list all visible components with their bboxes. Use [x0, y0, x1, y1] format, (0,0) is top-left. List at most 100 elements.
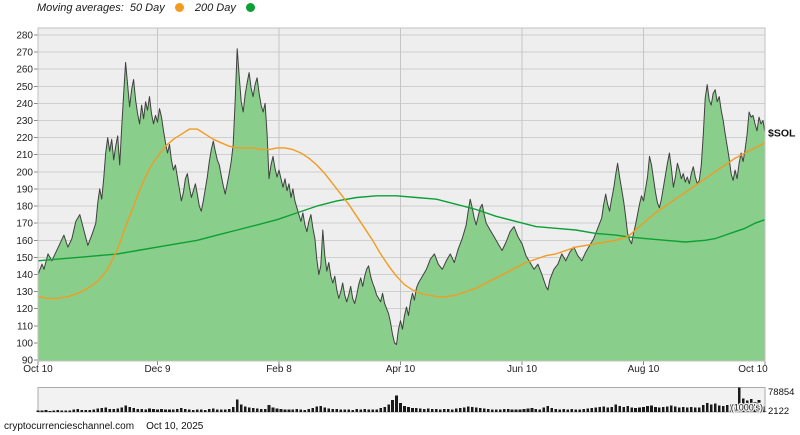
y-tick-label: 240	[16, 99, 33, 110]
volume-bar	[136, 408, 139, 412]
volume-bar	[283, 409, 287, 412]
volume-bar	[219, 409, 223, 412]
volume-bar	[231, 406, 235, 412]
volume-bar	[367, 409, 370, 412]
volume-bar	[164, 409, 167, 412]
volume-bar	[168, 409, 171, 412]
volume-bar	[40, 410, 44, 412]
volume-bar	[701, 405, 705, 412]
volume-bar	[247, 407, 251, 412]
volume-bar	[721, 405, 725, 412]
volume-bar	[534, 409, 538, 412]
volume-bar	[176, 408, 179, 412]
y-tick-label: 210	[16, 150, 33, 161]
y-tick-label: 150	[16, 253, 33, 264]
volume-bar	[152, 409, 155, 412]
y-axis-labels: 280 270 260 250 240 230 220 210 200 190 180 170 160 1…	[16, 31, 33, 367]
volume-bar	[466, 406, 470, 412]
volume-bar	[602, 406, 605, 412]
volume-bar	[44, 410, 48, 412]
symbol-label: $SOL	[768, 128, 796, 140]
volume-bar	[104, 407, 108, 412]
volume-bar	[387, 404, 390, 412]
volume-last-label: 2122	[768, 406, 789, 417]
volume-bar	[510, 409, 514, 412]
volume-bar	[351, 409, 355, 412]
volume-bar	[594, 407, 597, 412]
volume-bar	[100, 408, 104, 412]
y-tick-label: 100	[16, 338, 33, 349]
volume-bar	[713, 403, 717, 412]
volume-bar	[303, 409, 307, 412]
volume-bar	[207, 409, 211, 412]
volume-bar	[48, 410, 52, 412]
volume-bar	[546, 406, 550, 412]
volume-bar	[279, 409, 283, 412]
volume-bar	[76, 409, 80, 412]
volume-bar	[375, 409, 378, 412]
x-tick-label: Dec 9	[144, 364, 171, 375]
volume-bar	[494, 409, 498, 412]
legend-title: Moving averages:	[37, 2, 124, 14]
volume-bar	[335, 408, 339, 412]
volume-bar	[590, 408, 594, 412]
volume-bar	[618, 405, 621, 412]
volume-bar	[411, 407, 414, 412]
volume-bar	[522, 409, 526, 412]
y-tick-label: 200	[16, 167, 33, 178]
volume-bar	[80, 409, 84, 412]
volume-bar	[705, 403, 709, 412]
volume-bar	[431, 408, 434, 412]
volume-bar	[331, 409, 335, 412]
volume-bar	[403, 405, 406, 412]
volume-bar	[363, 408, 366, 412]
volume-bar	[295, 409, 299, 412]
volume-bar	[200, 409, 203, 412]
volume-bar	[243, 406, 247, 412]
volume-bar	[646, 406, 649, 412]
volume-bar	[419, 408, 422, 412]
volume-bar	[172, 409, 175, 412]
volume-bar	[415, 408, 418, 412]
volume-max-label: 78854	[768, 387, 794, 398]
volume-bar	[717, 405, 721, 412]
volume-bar	[670, 405, 673, 412]
y-tick-label: 220	[16, 133, 33, 144]
volume-bar	[359, 409, 362, 412]
x-tick-label: Aug 10	[628, 364, 660, 375]
volume-bar	[263, 408, 267, 412]
volume-bar	[223, 409, 227, 412]
volume-bar	[148, 408, 151, 412]
volume-bar	[514, 409, 518, 412]
x-axis-labels: Oct 10 Dec 9 Feb 8 Apr 10 Jun 10 Aug 10 Oct 10	[23, 364, 768, 375]
volume-bar	[470, 406, 474, 412]
volume-bar	[291, 409, 295, 412]
volume-bar	[88, 410, 92, 412]
volume-bar	[323, 407, 327, 412]
volume-bar	[407, 407, 410, 412]
y-tick-label: 130	[16, 287, 33, 298]
volume-bar	[92, 409, 96, 412]
volume-bar	[454, 408, 458, 412]
volume-bar	[474, 407, 478, 412]
volume-bar	[682, 406, 685, 412]
volume-bar	[355, 409, 358, 412]
y-tick-label: 230	[16, 116, 33, 127]
volume-bar	[610, 406, 613, 412]
x-tick-label: Oct 10	[23, 364, 53, 375]
volume-bar	[56, 409, 60, 412]
volume-bar	[52, 410, 56, 412]
volume-bar	[482, 408, 486, 412]
volume-bar	[184, 409, 187, 412]
volume-bar	[239, 404, 243, 412]
chart-footer: cryptocurrencieschannel.com Oct 10, 2025	[4, 421, 203, 432]
volume-bar	[693, 407, 697, 412]
volume-bar	[120, 407, 123, 412]
volume-bar	[650, 405, 653, 412]
volume-bar	[458, 408, 462, 412]
volume-bar	[339, 409, 343, 412]
volume-bar	[666, 406, 669, 412]
volume-bar	[343, 409, 347, 412]
volume-bar	[271, 407, 275, 412]
y-tick-label: 250	[16, 82, 33, 93]
